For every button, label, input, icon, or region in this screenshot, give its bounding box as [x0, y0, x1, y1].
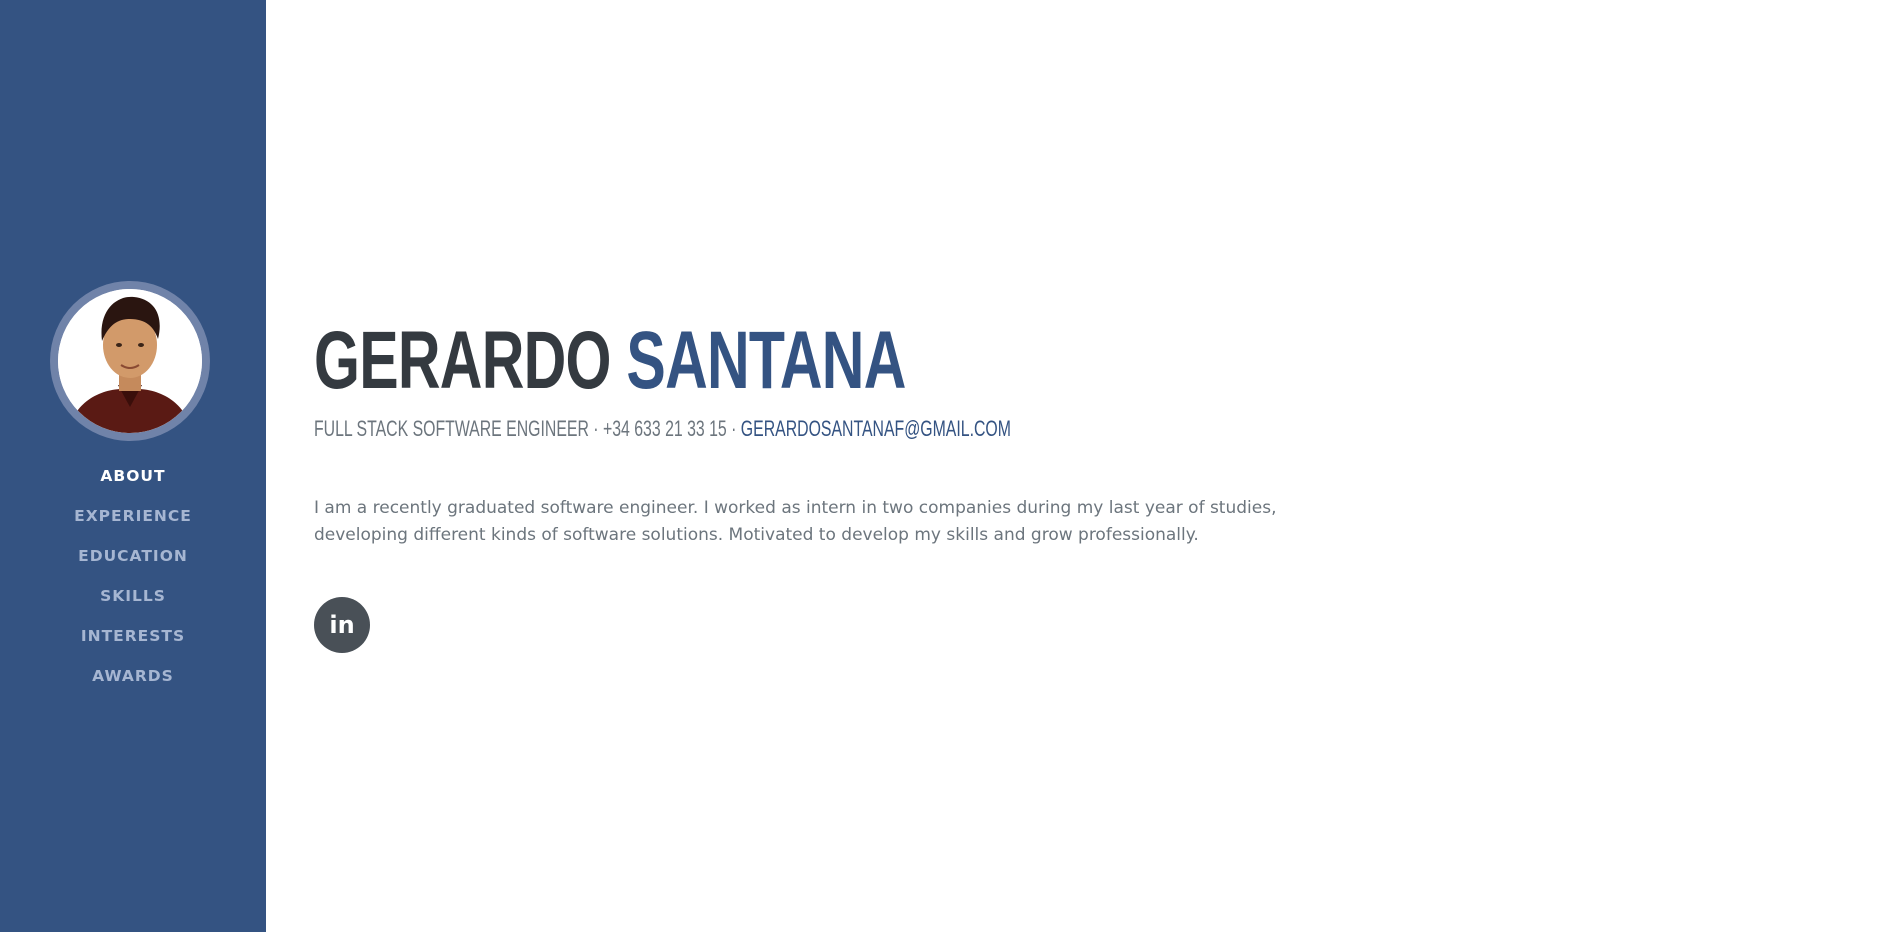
subheading: FULL STACK SOFTWARE ENGINEER · +34 633 2… [314, 414, 1011, 444]
nav-item-skills[interactable]: SKILLS [0, 582, 266, 622]
nav-item-education[interactable]: EDUCATION [0, 542, 266, 582]
email-link[interactable]: GERARDOSANTANAF@GMAIL.COM [741, 416, 1011, 441]
nav-item-about[interactable]: ABOUT [0, 462, 266, 502]
last-name: SANTANA [626, 315, 906, 406]
first-name: GERARDO [314, 315, 611, 406]
nav-item-awards[interactable]: AWARDS [0, 662, 266, 702]
about-text: I am a recently graduated software engin… [314, 498, 1277, 545]
avatar [58, 289, 202, 433]
linkedin-button[interactable]: in [314, 597, 370, 653]
sidebar: ABOUT EXPERIENCE EDUCATION SKILLS INTERE… [0, 0, 266, 932]
profile-photo [58, 289, 202, 433]
avatar-frame [50, 281, 210, 441]
nav-item-interests[interactable]: INTERESTS [0, 622, 266, 662]
nav-menu: ABOUT EXPERIENCE EDUCATION SKILLS INTERE… [0, 462, 266, 702]
page-title: GERARDO SANTANA [314, 316, 906, 406]
linkedin-icon: in [329, 611, 355, 639]
about-section: GERARDO SANTANA FULL STACK SOFTWARE ENGI… [314, 0, 1879, 932]
nav-item-experience[interactable]: EXPERIENCE [0, 502, 266, 542]
job-title-phone: FULL STACK SOFTWARE ENGINEER · +34 633 2… [314, 416, 741, 441]
